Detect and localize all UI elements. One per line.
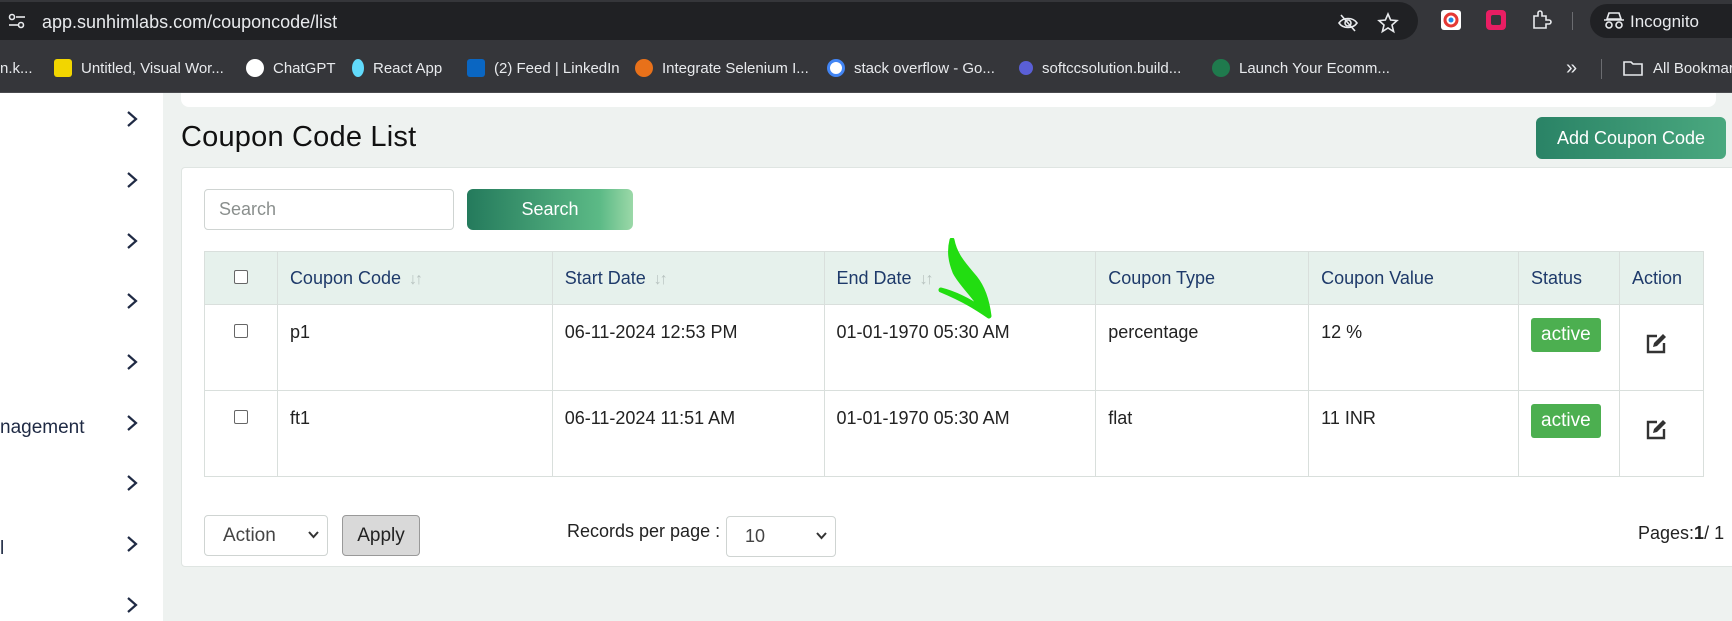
chevron-right-icon[interactable] xyxy=(126,536,138,552)
records-per-page-label: Records per page : xyxy=(567,521,721,541)
sort-icon[interactable]: ↓↑ xyxy=(409,271,423,288)
column-header: Status xyxy=(1518,251,1620,305)
page-title: Coupon Code List xyxy=(181,121,417,153)
row-checkbox[interactable] xyxy=(233,410,248,424)
sidebar-item-label[interactable]: nagement xyxy=(0,417,85,439)
address-bar[interactable]: app.sunhimlabs.com/couponcode/list xyxy=(0,2,1418,40)
search-button[interactable]: Search xyxy=(467,189,633,230)
pagination-info: Pages:1/ 1 xyxy=(1638,523,1725,543)
extensions-puzzle-icon[interactable] xyxy=(1530,9,1552,31)
eye-off-icon[interactable] xyxy=(1337,12,1359,34)
select-all-checkbox[interactable] xyxy=(233,269,248,284)
coupon-type-cell: percentage xyxy=(1095,304,1310,391)
edit-icon[interactable] xyxy=(1644,418,1668,442)
column-header: Action xyxy=(1618,251,1705,305)
chevron-right-icon[interactable] xyxy=(126,475,138,491)
start-date-cell: 06-11-2024 12:53 PM xyxy=(551,304,825,391)
extension-pink-icon[interactable] xyxy=(1485,9,1507,31)
folder-icon xyxy=(1623,61,1643,76)
action-cell xyxy=(1618,390,1705,477)
bookmark-item[interactable]: Launch Your Ecomm... xyxy=(1212,58,1390,78)
star-icon[interactable] xyxy=(1377,12,1399,34)
column-header[interactable]: Coupon Code ↓↑ xyxy=(276,251,553,305)
toolbar-divider xyxy=(1572,12,1573,30)
start-date-cell: 06-11-2024 11:51 AM xyxy=(551,390,825,477)
coupon-code-cell: ft1 xyxy=(276,390,553,477)
store-icon xyxy=(1212,59,1230,77)
browser-toolbar: app.sunhimlabs.com/couponcode/list Incog… xyxy=(0,0,1732,42)
coupon-type-cell: flat xyxy=(1095,390,1310,477)
site-icon xyxy=(1019,61,1033,75)
chevron-right-icon[interactable] xyxy=(126,172,138,188)
column-header: Coupon Value xyxy=(1308,251,1519,305)
chevron-right-icon[interactable] xyxy=(126,111,138,127)
google-icon xyxy=(827,59,845,77)
chatgpt-icon xyxy=(246,59,264,77)
chevron-right-icon[interactable] xyxy=(126,293,138,309)
select-all-cell xyxy=(204,251,278,305)
table-row: ft1 06-11-2024 11:51 AM 01-01-1970 05:30… xyxy=(204,390,1705,477)
bookmark-item[interactable]: n.k... xyxy=(0,58,33,78)
bookmark-item[interactable]: softccsolution.build... xyxy=(1019,58,1181,78)
records-per-page-select[interactable]: 10 xyxy=(726,516,836,557)
miro-icon xyxy=(54,59,72,77)
coupon-list-card: Search Coupon Code↓↑ Start Date↓↑ End Da… xyxy=(181,167,1732,567)
incognito-indicator[interactable]: Incognito xyxy=(1590,4,1732,38)
apply-button[interactable]: Apply xyxy=(342,515,420,556)
bookmark-item[interactable]: React App xyxy=(352,58,442,78)
sort-icon[interactable]: ↓↑ xyxy=(654,271,668,288)
incognito-label: Incognito xyxy=(1630,12,1699,31)
bookmarks-bar: n.k... Untitled, Visual Wor... ChatGPT R… xyxy=(0,42,1732,93)
bookmark-item[interactable]: stack overflow - Go... xyxy=(827,58,995,78)
bookmark-item[interactable]: Integrate Selenium I... xyxy=(635,58,809,78)
bookmark-item[interactable]: ChatGPT xyxy=(246,58,336,78)
status-cell: active xyxy=(1518,304,1620,391)
bookmark-item[interactable]: (2) Feed | LinkedIn xyxy=(467,58,620,78)
edit-icon[interactable] xyxy=(1644,332,1668,356)
column-header: Coupon Type xyxy=(1095,251,1310,305)
status-badge[interactable]: active xyxy=(1531,318,1601,352)
action-cell xyxy=(1618,304,1705,391)
bulk-action-select[interactable]: Action xyxy=(204,515,328,556)
coupon-value-cell: 12 % xyxy=(1308,304,1519,391)
main-content: Coupon Code List Add Coupon Code Search … xyxy=(163,93,1732,621)
chevron-right-icon[interactable] xyxy=(126,354,138,370)
sidebar: nagement l xyxy=(0,93,163,621)
web-icon xyxy=(635,59,653,77)
react-icon xyxy=(352,59,364,77)
chevron-down-icon xyxy=(308,531,319,539)
status-cell: active xyxy=(1518,390,1620,477)
bookmarks-divider xyxy=(1601,59,1602,79)
annotation-arrow-mark xyxy=(938,238,992,319)
status-badge[interactable]: active xyxy=(1531,404,1601,438)
extension-color-icon[interactable] xyxy=(1440,9,1462,31)
top-panel xyxy=(181,93,1716,107)
row-checkbox[interactable] xyxy=(233,324,248,338)
all-bookmarks[interactable]: All Bookmar xyxy=(1623,58,1732,78)
add-coupon-button[interactable]: Add Coupon Code xyxy=(1536,117,1726,159)
site-settings-icon[interactable] xyxy=(8,13,26,29)
coupon-value-cell: 11 INR xyxy=(1308,390,1519,477)
url-text[interactable]: app.sunhimlabs.com/couponcode/list xyxy=(42,12,337,33)
chevron-right-icon[interactable] xyxy=(126,233,138,249)
search-input[interactable] xyxy=(204,189,454,230)
chevron-right-icon[interactable] xyxy=(126,597,138,613)
chevron-right-icon[interactable] xyxy=(126,415,138,431)
more-bookmarks-icon[interactable]: » xyxy=(1566,57,1577,79)
coupon-code-cell: p1 xyxy=(276,304,553,391)
column-header[interactable]: Start Date ↓↑ xyxy=(551,251,825,305)
bookmark-item[interactable]: Untitled, Visual Wor... xyxy=(54,58,224,78)
row-select-cell xyxy=(204,390,278,477)
incognito-icon xyxy=(1604,12,1624,29)
sidebar-item-label[interactable]: l xyxy=(0,538,4,560)
linkedin-icon xyxy=(467,59,485,77)
row-select-cell xyxy=(204,304,278,391)
chevron-down-icon xyxy=(816,532,827,540)
end-date-cell: 01-01-1970 05:30 AM xyxy=(823,390,1097,477)
